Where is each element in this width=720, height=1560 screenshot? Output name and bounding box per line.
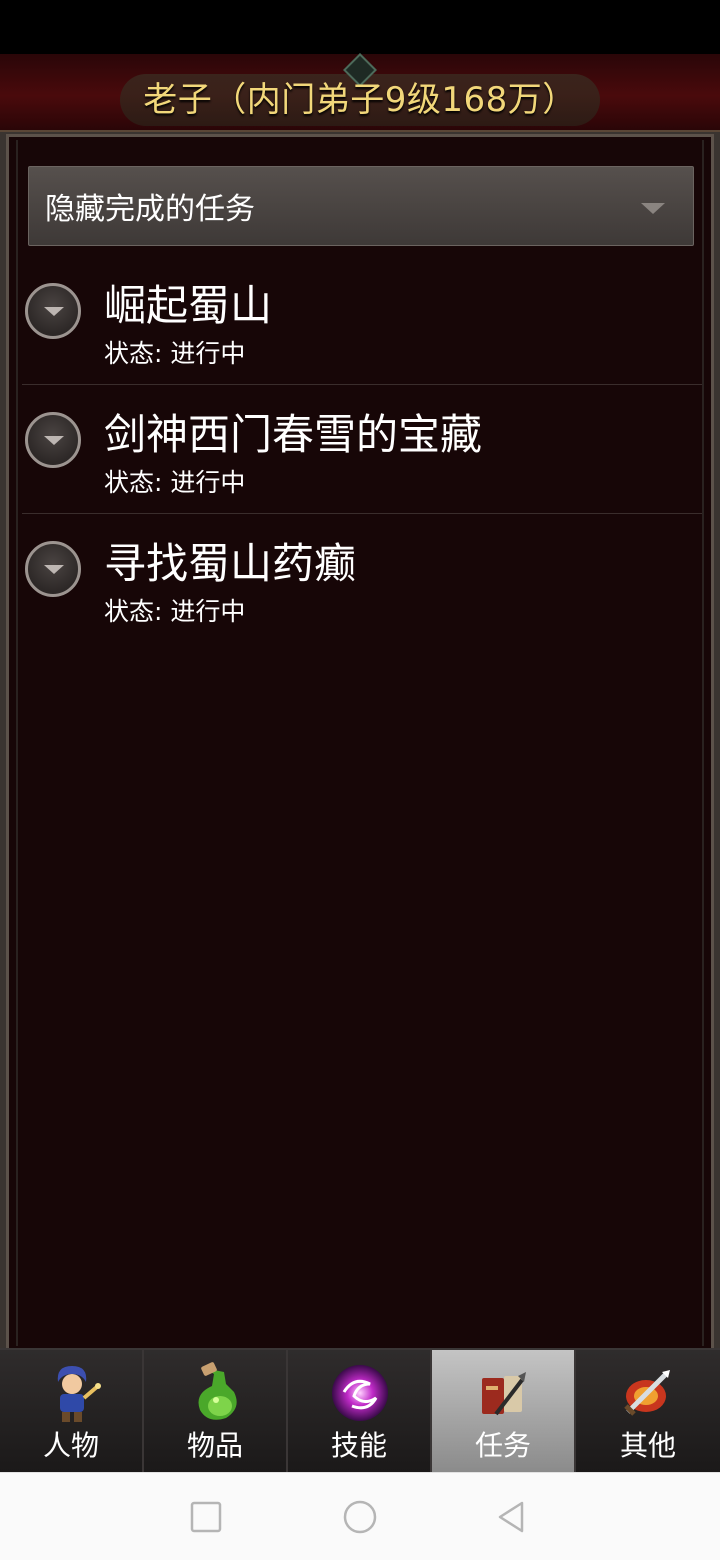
- tab-other[interactable]: 其他: [576, 1350, 720, 1472]
- quest-name: 剑神西门春雪的宝藏: [104, 410, 483, 459]
- chevron-down-icon: [44, 307, 64, 316]
- home-icon[interactable]: [342, 1499, 378, 1535]
- quest-name: 崛起蜀山: [104, 281, 273, 330]
- tab-label: 其他: [619, 1429, 676, 1462]
- quest-name: 寻找蜀山药癫: [104, 539, 357, 588]
- tab-label: 任务: [474, 1429, 531, 1462]
- quest-filter-dropdown[interactable]: 隐藏完成的任务: [28, 166, 694, 246]
- quest-panel: 隐藏完成的任务 崛起蜀山 状态: 进行中 剑神西门春雪的宝藏 状态: 进行中 寻…: [16, 140, 704, 1346]
- quest-icon: [482, 1372, 526, 1416]
- header: 老子（内门弟子9级168万）: [0, 53, 720, 132]
- quest-status: 状态: 进行中: [104, 597, 246, 626]
- status-bar: [0, 0, 720, 54]
- expand-button[interactable]: [25, 412, 81, 468]
- chevron-down-icon: [641, 203, 665, 214]
- chevron-down-icon: [44, 436, 64, 445]
- chevron-down-icon: [44, 565, 64, 574]
- quest-item[interactable]: 崛起蜀山 状态: 进行中: [22, 256, 702, 385]
- back-icon[interactable]: [494, 1499, 530, 1535]
- expand-button[interactable]: [25, 541, 81, 597]
- tab-label: 人物: [42, 1429, 99, 1462]
- recents-icon[interactable]: [188, 1499, 224, 1535]
- main-frame: 隐藏完成的任务 崛起蜀山 状态: 进行中 剑神西门春雪的宝藏 状态: 进行中 寻…: [0, 132, 720, 1348]
- tab-items[interactable]: 物品: [144, 1350, 288, 1472]
- tab-skills[interactable]: 技能: [288, 1350, 432, 1472]
- tab-label: 技能: [330, 1429, 387, 1462]
- character-icon: [57, 1366, 101, 1422]
- tab-character[interactable]: 人物: [0, 1350, 144, 1472]
- quest-item[interactable]: 寻找蜀山药癫 状态: 进行中: [22, 514, 702, 643]
- potion-icon: [198, 1362, 237, 1420]
- quest-status: 状态: 进行中: [104, 468, 246, 497]
- bottom-tab-bar: 人物 物品 技能 任务 其他: [0, 1348, 720, 1472]
- quest-filter-label: 隐藏完成的任务: [45, 192, 255, 227]
- sword-icon: [624, 1370, 670, 1416]
- quest-status: 状态: 进行中: [104, 339, 246, 368]
- skill-orb-icon: [332, 1365, 388, 1421]
- quest-item[interactable]: 剑神西门春雪的宝藏 状态: 进行中: [22, 385, 702, 514]
- expand-button[interactable]: [25, 283, 81, 339]
- tab-label: 物品: [186, 1429, 243, 1462]
- page-title: 老子（内门弟子9级168万）: [143, 80, 577, 120]
- system-nav-bar: [0, 1472, 720, 1560]
- tab-quests[interactable]: 任务: [432, 1350, 576, 1472]
